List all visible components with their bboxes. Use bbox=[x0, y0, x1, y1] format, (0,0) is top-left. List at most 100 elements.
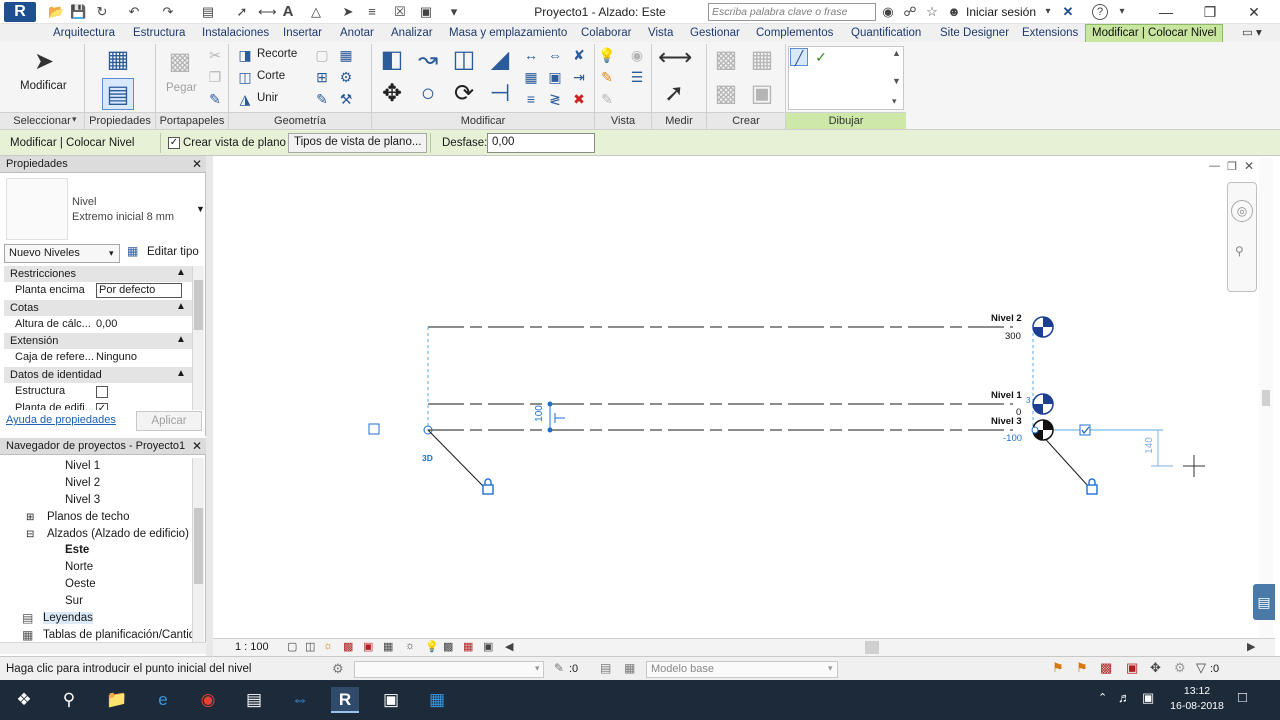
hscroll-right-icon[interactable]: ▶ bbox=[1247, 640, 1255, 653]
tab-site-designer[interactable]: Site Designer bbox=[940, 25, 1009, 42]
section-icon[interactable]: ➤ bbox=[340, 4, 356, 20]
constraints-icon[interactable]: ▣ bbox=[483, 640, 493, 653]
view-scale[interactable]: 1 : 100 bbox=[235, 641, 269, 653]
create-assembly-icon[interactable]: ▩ bbox=[710, 44, 742, 76]
panel-portapapeles[interactable]: Portapapeles bbox=[156, 112, 228, 129]
visibility-icon[interactable]: ☰ bbox=[628, 68, 646, 86]
line-draw-icon[interactable]: ╱ bbox=[790, 48, 808, 66]
panel-propiedades[interactable]: Propiedades bbox=[85, 112, 155, 129]
level-name-nivel-2[interactable]: Nivel 2 bbox=[991, 313, 1022, 324]
copy-icon[interactable]: ❐ bbox=[206, 68, 224, 86]
tab-analizar[interactable]: Analizar bbox=[391, 25, 433, 42]
match-properties-icon[interactable]: ✎ bbox=[206, 90, 224, 108]
gallery-expand-icon[interactable]: ▾ bbox=[892, 96, 897, 107]
view-types-button[interactable]: Tipos de vista de plano... bbox=[288, 133, 428, 153]
analytical-icon[interactable]: ▦ bbox=[463, 640, 473, 653]
user-icon[interactable]: ☻ bbox=[946, 4, 962, 20]
panel-geometria[interactable]: Geometría bbox=[229, 112, 371, 129]
3d-view-icon[interactable]: △ bbox=[308, 4, 324, 20]
sync-icon[interactable]: ↻ bbox=[94, 4, 110, 20]
align-icon[interactable]: ◧ bbox=[376, 44, 408, 76]
select-links-icon[interactable]: ⚑ bbox=[1052, 660, 1064, 676]
close-window-button[interactable]: ✕ bbox=[1234, 2, 1274, 22]
subscription-icon[interactable]: ☍ bbox=[902, 4, 918, 20]
unir-button[interactable]: Unir bbox=[257, 92, 278, 104]
level-marker-nivel-3[interactable] bbox=[1031, 419, 1054, 441]
hide-bubble-box[interactable] bbox=[368, 423, 380, 435]
collapse-icon[interactable]: ▲ bbox=[176, 301, 186, 312]
measure-distance-icon[interactable]: ⟷ bbox=[658, 42, 692, 74]
tab-vista[interactable]: Vista bbox=[648, 25, 673, 42]
thin-lines-icon[interactable]: ≡ bbox=[364, 4, 380, 20]
panel-crear[interactable]: Crear bbox=[707, 112, 785, 129]
collapse-icon[interactable]: ▲ bbox=[176, 267, 186, 278]
windows-start-icon[interactable]: ❖ bbox=[10, 687, 38, 713]
hide-element-icon[interactable]: 💡 bbox=[598, 46, 616, 64]
modify-button[interactable]: Modificar bbox=[20, 80, 67, 92]
gallery-up-icon[interactable]: ▲ bbox=[892, 48, 901, 58]
gallery-down-icon[interactable]: ▼ bbox=[892, 76, 901, 86]
panel-medir[interactable]: Medir bbox=[652, 112, 706, 129]
reveal-hidden-icon[interactable]: 💡 bbox=[425, 640, 439, 653]
paint-icon[interactable]: ▦ bbox=[337, 46, 355, 64]
text-icon[interactable]: A bbox=[280, 4, 296, 20]
prop-value[interactable]: Ninguno bbox=[96, 349, 182, 366]
rotate-icon[interactable]: ⟳ bbox=[448, 78, 480, 110]
section-restricciones[interactable]: Restricciones bbox=[4, 266, 192, 282]
tab-estructura[interactable]: Estructura bbox=[133, 25, 185, 42]
properties-help-link[interactable]: Ayuda de propiedades bbox=[6, 414, 116, 426]
temp-view-icon[interactable]: ▩ bbox=[443, 640, 453, 653]
dimension-grip[interactable] bbox=[547, 401, 553, 407]
tree-item-oeste[interactable]: Oeste bbox=[65, 578, 96, 590]
pick-lines-icon[interactable]: ✓ bbox=[812, 48, 830, 66]
document-icon[interactable]: ▦ bbox=[423, 687, 451, 713]
section-cotas[interactable]: Cotas bbox=[4, 300, 192, 316]
wall-joins-icon[interactable]: ▢ bbox=[313, 46, 331, 64]
file-explorer-icon[interactable]: 📁 bbox=[103, 687, 131, 713]
select-dropdown-icon[interactable]: ▾ bbox=[72, 114, 77, 125]
network-icon[interactable]: ▣ bbox=[1142, 690, 1154, 706]
show-crop-icon[interactable]: ▦ bbox=[383, 640, 393, 653]
open-icon[interactable]: 📂 bbox=[48, 4, 64, 20]
tree-item-tablas[interactable]: Tablas de planificación/Cantid bbox=[43, 629, 195, 641]
pane-splitter[interactable] bbox=[206, 156, 213, 656]
drawing-canvas[interactable]: — ❐ ✕ ◎ ⚲ ▤ Nivel 2 300 Nivel 1 3 0 Nive… bbox=[213, 156, 1275, 640]
expand-icon[interactable]: ⊞ bbox=[26, 512, 34, 523]
edge-icon[interactable]: e bbox=[149, 687, 177, 713]
tab-colaborar[interactable]: Colaborar bbox=[581, 25, 632, 42]
model-dropdown-icon[interactable]: ▾ bbox=[828, 663, 833, 674]
close-browser-icon[interactable]: ✕ bbox=[192, 439, 202, 453]
sun-path-icon[interactable]: ☼ bbox=[323, 640, 333, 652]
crop-view-icon[interactable]: ▣ bbox=[363, 640, 373, 653]
temp-hide-icon[interactable]: ☼ bbox=[405, 640, 415, 652]
workset-dropdown-icon[interactable]: ▾ bbox=[535, 663, 540, 674]
create-group-icon[interactable]: ▩ bbox=[710, 78, 742, 110]
trim-single-icon[interactable]: ≷ bbox=[546, 90, 564, 108]
level-name-nivel-3[interactable]: Nivel 3 bbox=[991, 416, 1022, 427]
exclude-options-icon[interactable]: ▦ bbox=[624, 661, 635, 675]
paste-icon[interactable]: ▩ bbox=[164, 46, 196, 78]
paste-button[interactable]: Pegar bbox=[166, 82, 197, 94]
hscroll-left-icon[interactable]: ◀ bbox=[505, 640, 513, 653]
action-center-icon[interactable]: □ bbox=[1238, 689, 1247, 706]
measure-icon[interactable]: ➚ bbox=[234, 4, 250, 20]
create-parts-icon[interactable]: ▦ bbox=[746, 44, 778, 76]
section-datos-identidad[interactable]: Datos de identidad bbox=[4, 367, 192, 383]
tree-item-este[interactable]: Este bbox=[65, 544, 89, 556]
copy-element-icon[interactable]: ○ bbox=[412, 78, 444, 110]
tab-insertar[interactable]: Insertar bbox=[283, 25, 322, 42]
split-gap-icon[interactable]: ⇔ bbox=[546, 46, 564, 64]
redo-icon[interactable]: ↷ bbox=[160, 4, 176, 20]
scroll-thumb[interactable] bbox=[194, 508, 203, 584]
array-icon[interactable]: ▦ bbox=[522, 68, 540, 86]
design-options-icon[interactable]: ▤ bbox=[600, 661, 611, 675]
drag-elements-icon[interactable]: ✥ bbox=[1150, 660, 1161, 676]
type-properties-icon[interactable]: ▦ bbox=[102, 44, 134, 76]
cut-geometry-icon[interactable]: ◫ bbox=[236, 68, 254, 86]
offset-input[interactable]: 0,00 bbox=[487, 133, 595, 153]
app-icon[interactable]: ▤ bbox=[240, 687, 268, 713]
panel-modificar[interactable]: Modificar bbox=[372, 112, 594, 129]
tray-expand-icon[interactable]: ⌃ bbox=[1098, 691, 1107, 704]
scale-icon[interactable]: ▣ bbox=[546, 68, 564, 86]
close-properties-icon[interactable]: ✕ bbox=[192, 157, 202, 171]
